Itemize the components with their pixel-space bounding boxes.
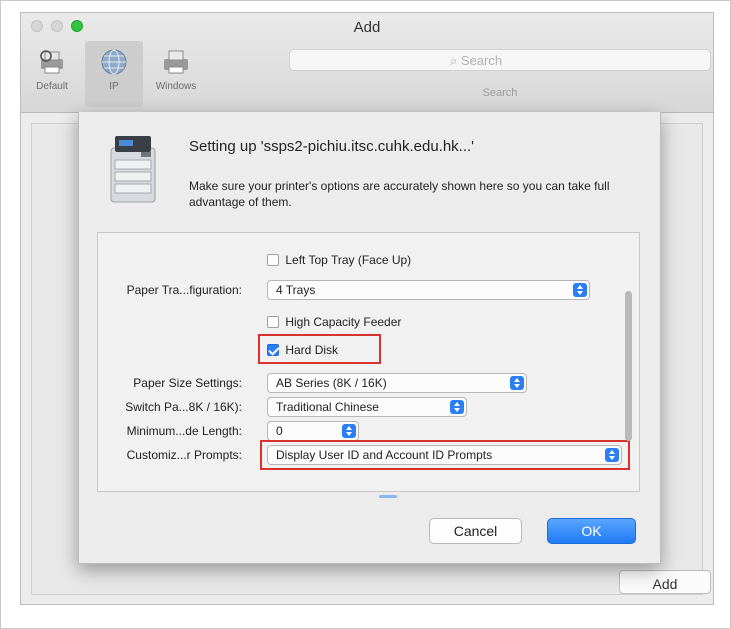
windows-printer-icon bbox=[164, 50, 188, 74]
scroll-indicator bbox=[379, 495, 397, 498]
ok-button[interactable]: OK bbox=[547, 518, 636, 544]
popup-arrows-icon bbox=[573, 283, 587, 297]
search-icon: ⌕ bbox=[450, 53, 458, 68]
toolbar-ip[interactable]: IP bbox=[85, 41, 143, 107]
customize-prompts-value: Display User ID and Account ID Prompts bbox=[276, 448, 493, 462]
paper-tray-config-select[interactable]: 4 Trays bbox=[267, 280, 590, 300]
sheet-description: Make sure your printer's options are acc… bbox=[189, 179, 610, 209]
hard-disk-row[interactable]: Hard Disk bbox=[267, 343, 338, 357]
left-top-tray-label: Left Top Tray (Face Up) bbox=[285, 253, 412, 267]
ip-globe-icon bbox=[101, 49, 127, 75]
printer-setup-sheet: Setting up 'ssps2-pichiu.itsc.cuhk.edu.h… bbox=[78, 112, 661, 564]
toolbar-windows-label: Windows bbox=[155, 81, 197, 92]
high-capacity-feeder-label: High Capacity Feeder bbox=[285, 315, 402, 329]
search-input[interactable]: ⌕ Search bbox=[289, 49, 711, 71]
paper-size-settings-label: Paper Size Settings: bbox=[133, 376, 242, 390]
options-scrollbar[interactable] bbox=[625, 291, 632, 441]
customize-prompts-select[interactable]: Display User ID and Account ID Prompts bbox=[267, 445, 622, 465]
paper-tray-config-value: 4 Trays bbox=[276, 283, 316, 297]
paper-size-settings-select[interactable]: AB Series (8K / 16K) bbox=[267, 373, 527, 393]
printer-icon bbox=[110, 136, 156, 203]
search-placeholder: Search bbox=[460, 53, 503, 68]
toolbar-windows[interactable]: Windows bbox=[147, 41, 205, 107]
cancel-button[interactable]: Cancel bbox=[429, 518, 522, 544]
customize-prompts-label: Customiz...r Prompts: bbox=[126, 448, 242, 462]
stepper-arrows-icon bbox=[342, 424, 356, 438]
search-label: Search bbox=[482, 87, 518, 99]
sheet-title: Setting up 'ssps2-pichiu.itsc.cuhk.edu.h… bbox=[189, 138, 475, 155]
left-top-tray-checkbox[interactable] bbox=[267, 254, 279, 266]
hard-disk-label: Hard Disk bbox=[285, 343, 339, 357]
switch-paper-select[interactable]: Traditional Chinese bbox=[267, 397, 467, 417]
popup-arrows-icon bbox=[450, 400, 464, 414]
high-capacity-feeder-checkbox[interactable] bbox=[267, 316, 279, 328]
popup-arrows-icon bbox=[605, 448, 619, 462]
toolbar-ip-label: IP bbox=[109, 81, 119, 92]
minimum-length-label: Minimum...de Length: bbox=[126, 424, 242, 438]
default-printer-icon bbox=[40, 50, 63, 74]
window-title: Add bbox=[353, 19, 381, 36]
high-capacity-feeder-row[interactable]: High Capacity Feeder bbox=[267, 315, 401, 329]
hard-disk-checkbox[interactable] bbox=[267, 344, 279, 356]
add-button[interactable]: Add bbox=[619, 570, 711, 594]
switch-paper-label: Switch Pa...8K / 16K): bbox=[125, 400, 242, 414]
options-list[interactable]: Left Top Tray (Face Up) Paper Tra...figu… bbox=[97, 232, 640, 492]
left-top-tray-row[interactable]: Left Top Tray (Face Up) bbox=[267, 253, 411, 267]
toolbar-default[interactable]: Default bbox=[23, 41, 81, 107]
titlebar: Add Default IP Windows ⌕ Search Search bbox=[21, 13, 713, 113]
paper-size-settings-value: AB Series (8K / 16K) bbox=[276, 376, 387, 390]
switch-paper-value: Traditional Chinese bbox=[276, 400, 379, 414]
minimum-length-value: 0 bbox=[276, 424, 283, 438]
toolbar-default-label: Default bbox=[36, 81, 68, 92]
search-placeholder-wrap: ⌕ Search bbox=[450, 53, 502, 69]
minimum-length-stepper[interactable]: 0 bbox=[267, 421, 359, 441]
popup-arrows-icon bbox=[510, 376, 524, 390]
paper-tray-config-label: Paper Tra...figuration: bbox=[126, 283, 242, 297]
